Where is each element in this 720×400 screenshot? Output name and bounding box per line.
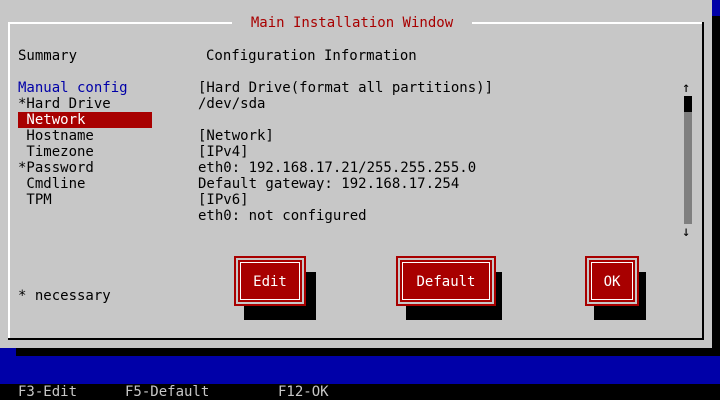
f5-default-key[interactable]: F5-Default (125, 384, 209, 400)
window-shadow-right (712, 16, 720, 356)
default-button[interactable]: Default (396, 256, 496, 306)
info-line: [Network] (198, 128, 274, 144)
default-button-label: Default (416, 274, 476, 290)
summary-header: Summary (18, 48, 78, 64)
summary-item-manual-config[interactable]: Manual config (18, 80, 128, 96)
summary-item-hard-drive[interactable]: *Hard Drive (18, 96, 111, 112)
info-line: [IPv6] (198, 192, 249, 208)
main-installation-window: Main Installation Window Summary Configu… (0, 0, 712, 348)
summary-item-hostname[interactable]: Hostname (18, 128, 93, 144)
info-line: /dev/sda (198, 96, 266, 112)
info-line: Default gateway: 192.168.17.254 (198, 176, 460, 192)
summary-item-network[interactable]: Network (18, 112, 152, 128)
summary-item-timezone[interactable]: Timezone (18, 144, 93, 160)
info-line: [IPv4] (198, 144, 249, 160)
info-line: [Hard Drive(format all partitions)] (198, 80, 494, 96)
summary-item-password[interactable]: *Password (18, 160, 94, 176)
edit-button[interactable]: Edit (234, 256, 306, 306)
scrollbar-thumb[interactable] (684, 96, 692, 112)
info-line: eth0: 192.168.17.21/255.255.255.0 (198, 160, 477, 176)
frame-right-edge (702, 22, 704, 340)
frame-left-edge (8, 22, 10, 340)
scroll-down-arrow-icon[interactable]: ↓ (682, 224, 690, 240)
frame-bottom-edge (8, 338, 704, 340)
window-shadow-bottom (16, 348, 720, 356)
summary-item-tpm[interactable]: TPM (18, 192, 51, 208)
edit-button-label: Edit (253, 274, 287, 290)
info-line: eth0: not configured (198, 208, 367, 224)
summary-item-cmdline[interactable]: Cmdline (18, 176, 85, 192)
window-title: Main Installation Window (232, 14, 472, 32)
function-key-bar: F3-Edit F5-Default F12-OK (0, 384, 720, 400)
ok-button-label: OK (603, 274, 621, 290)
scroll-up-arrow-icon[interactable]: ↑ (682, 80, 690, 96)
scrollbar-track[interactable] (684, 96, 692, 224)
f3-edit-key[interactable]: F3-Edit (18, 384, 77, 400)
config-info-header: Configuration Information (206, 48, 417, 64)
necessary-note: * necessary (18, 288, 111, 304)
f12-ok-key[interactable]: F12-OK (278, 384, 329, 400)
ok-button[interactable]: OK (585, 256, 639, 306)
